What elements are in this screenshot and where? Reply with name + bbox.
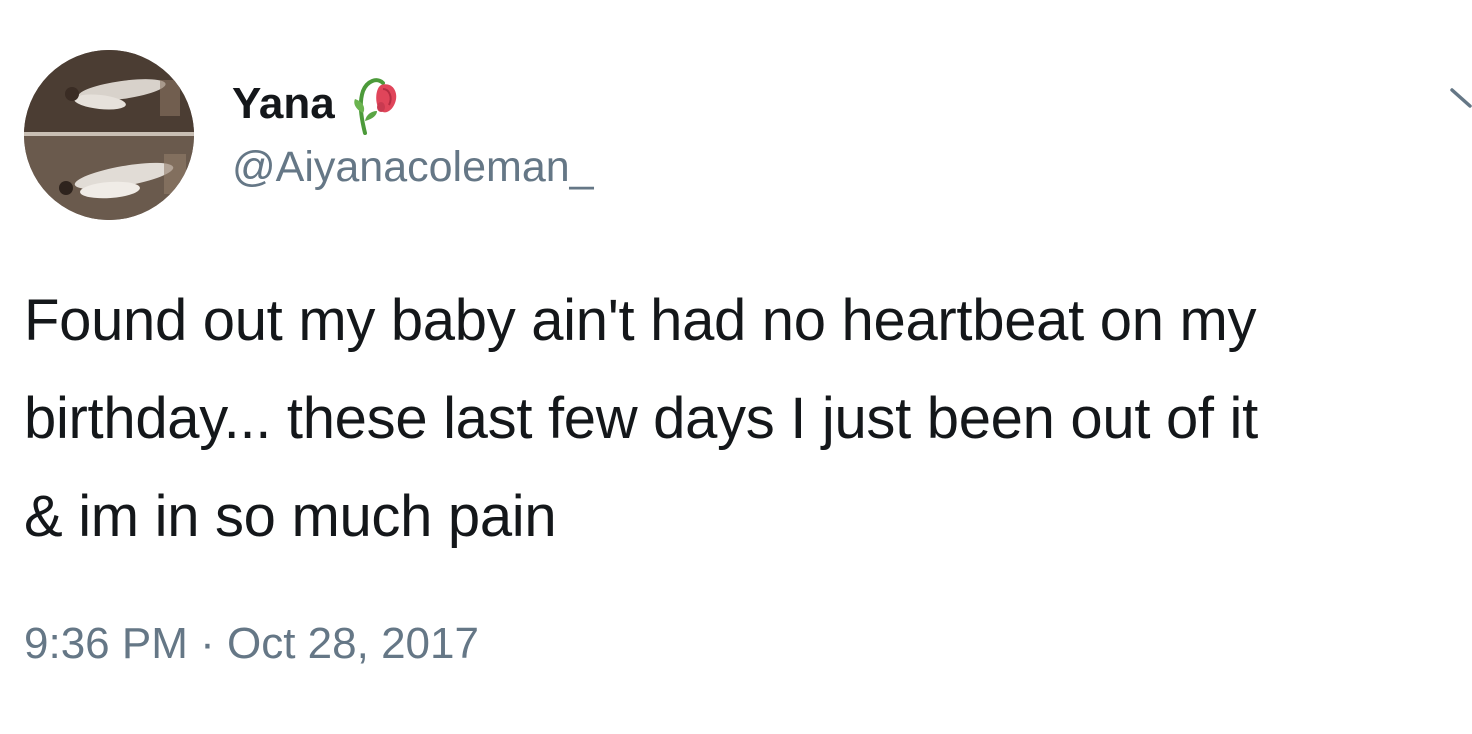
user-name-row: Yana <box>232 74 399 135</box>
chevron-down-icon[interactable] <box>1448 80 1472 110</box>
wilted-flower-icon <box>354 78 396 135</box>
tweet-time[interactable]: 9:36 PM <box>24 619 188 668</box>
display-name[interactable]: Yana <box>232 82 335 126</box>
tweet-text-line: Found out my baby ain't had no heartbeat… <box>24 288 1257 353</box>
tweet-text-line: birthday... these last few days I just b… <box>24 386 1258 451</box>
tweet-card: Yana @Aiyanacoleman_ Found out my baby a… <box>0 0 1472 734</box>
avatar[interactable] <box>24 50 194 220</box>
tweet-timestamp: 9:36 PM · Oct 28, 2017 <box>24 622 479 666</box>
user-handle[interactable]: @Aiyanacoleman_ <box>232 146 594 189</box>
tweet-date[interactable]: Oct 28, 2017 <box>227 619 479 668</box>
meta-separator: · <box>200 619 215 668</box>
tweet-text: Found out my baby ain't had no heartbeat… <box>24 272 1464 566</box>
tweet-text-line: & im in so much pain <box>24 484 557 549</box>
